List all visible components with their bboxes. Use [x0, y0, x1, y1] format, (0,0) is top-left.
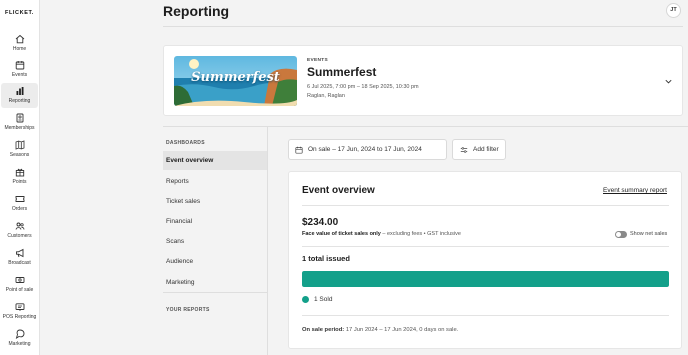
dashboard-item-ticket-sales[interactable]: Ticket sales: [163, 192, 267, 211]
page-title: Reporting: [163, 3, 230, 19]
divider: [163, 26, 683, 27]
nav-item-customers[interactable]: Customers: [1, 218, 38, 243]
id-card-icon: [16, 113, 23, 123]
nav-item-seasons[interactable]: Seasons: [1, 137, 38, 162]
on-sale-period-value: 17 Jun 2024 – 17 Jun 2024, 0 days on sal…: [344, 327, 459, 333]
dashboard-item-event-overview[interactable]: Event overview: [163, 151, 267, 170]
nav-label: Seasons: [9, 152, 30, 158]
dashboard-item-reports[interactable]: Reports: [163, 172, 267, 191]
nav-label: Home: [12, 46, 27, 52]
event-kicker: EVENTS: [307, 58, 328, 63]
total-amount: $234.00: [302, 217, 339, 228]
event-banner-text: Summerfest: [191, 70, 280, 85]
nav-item-points[interactable]: Points: [1, 164, 38, 189]
users-icon: [15, 222, 24, 230]
face-value-note: – excluding fees • GST inclusive: [380, 231, 461, 237]
date-range-label: On sale – 17 Jun, 2024 to 17 Jun, 2024: [308, 146, 422, 153]
nav-label: Reporting: [8, 98, 31, 104]
nav-item-pos-reporting[interactable]: POS Reporting: [1, 299, 38, 324]
dashboard-item-marketing[interactable]: Marketing: [163, 273, 267, 292]
net-sales-toggle[interactable]: [615, 231, 627, 238]
dashboards-panel: DASHBOARDS Event overview Reports Ticket…: [163, 126, 268, 355]
gift-icon: [15, 168, 24, 177]
nav-item-marketing[interactable]: Marketing: [1, 326, 38, 351]
dashboard-item-audience[interactable]: Audience: [163, 252, 267, 271]
add-filter-label: Add filter: [473, 146, 499, 153]
megaphone-icon: [15, 248, 23, 258]
legend-swatch-sold: [302, 296, 309, 303]
filter-sliders-icon: [460, 147, 468, 153]
left-sidebar: FLICKET. Home Events Reporting Membershi…: [0, 0, 40, 355]
event-banner-image: Summerfest: [174, 56, 297, 106]
overview-title: Event overview: [302, 185, 375, 196]
receipt-icon: [15, 303, 24, 311]
event-selector-card[interactable]: Summerfest EVENTS Summerfest 6 Jul 2025,…: [163, 45, 683, 116]
face-value-caption: Face value of ticket sales only – exclud…: [302, 231, 461, 237]
nav-label: Orders: [11, 206, 28, 212]
bar-chart-icon: [16, 87, 23, 95]
net-sales-toggle-label: Show net sales: [630, 231, 668, 237]
nav-item-home[interactable]: Home: [1, 31, 38, 56]
event-dates: 6 Jul 2025, 7:00 pm – 18 Sep 2025, 10:30…: [307, 84, 419, 90]
dashboard-item-scans[interactable]: Scans: [163, 232, 267, 251]
nav-label: Events: [11, 72, 28, 78]
divider: [302, 205, 669, 206]
face-value-bold: Face value of ticket sales only: [302, 231, 381, 237]
nav-label: Point of sale: [5, 287, 34, 293]
calendar-icon: [15, 61, 24, 70]
legend-label-sold: 1 Sold: [314, 296, 333, 303]
nav-item-orders[interactable]: Orders: [1, 191, 38, 216]
date-range-filter[interactable]: On sale – 17 Jun, 2024 to 17 Jun, 2024: [288, 139, 447, 160]
home-icon: [15, 34, 24, 44]
event-summary-report-link[interactable]: Event summary report: [603, 187, 667, 194]
dashboard-item-financial[interactable]: Financial: [163, 212, 267, 231]
event-overview-card: Event overview Event summary report $234…: [288, 171, 682, 349]
nav-item-broadcast[interactable]: Broadcast: [1, 245, 38, 270]
chevron-down-icon[interactable]: [664, 77, 673, 86]
nav-label: POS Reporting: [2, 314, 37, 320]
event-name: Summerfest: [307, 65, 377, 79]
ticket-icon: [15, 196, 24, 202]
your-reports-heading: YOUR REPORTS: [166, 307, 210, 313]
on-sale-period-label: On sale period:: [302, 327, 345, 333]
divider: [302, 315, 669, 316]
calendar-icon: [295, 146, 303, 154]
user-avatar[interactable]: JT: [666, 3, 681, 18]
sales-progress-bar: [302, 271, 669, 287]
nav-label: Broadcast: [8, 260, 31, 266]
cash-icon: [15, 277, 24, 283]
nav-item-point-of-sale[interactable]: Point of sale: [1, 272, 38, 297]
nav-item-memberships[interactable]: Memberships: [1, 110, 38, 135]
nav-label: Customers: [7, 233, 32, 239]
total-issued: 1 total issued: [302, 254, 350, 263]
nav-label: Memberships: [4, 125, 35, 131]
event-location: Raglan, Raglan: [307, 93, 345, 99]
add-filter-button[interactable]: Add filter: [452, 139, 506, 160]
divider: [302, 246, 669, 247]
nav-item-events[interactable]: Events: [1, 57, 38, 82]
sales-progress-fill: [302, 271, 669, 287]
divider: [163, 292, 267, 293]
brand-logo: FLICKET.: [5, 10, 34, 16]
nav-label: Marketing: [8, 341, 31, 347]
dashboards-heading: DASHBOARDS: [166, 140, 205, 146]
nav-label: Points: [12, 179, 27, 185]
on-sale-period: On sale period: 17 Jun 2024 – 17 Jun 202…: [302, 327, 458, 333]
map-icon: [15, 140, 24, 150]
nav-item-reporting[interactable]: Reporting: [1, 83, 38, 108]
marketing-icon: [15, 329, 24, 339]
